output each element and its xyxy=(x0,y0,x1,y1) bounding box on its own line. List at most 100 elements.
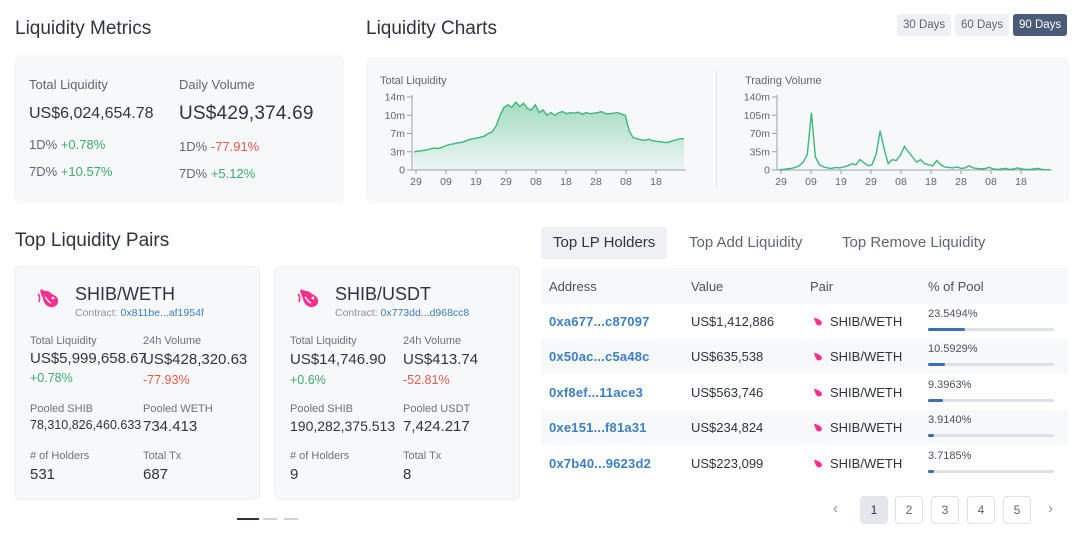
holder-value: US$234,824 xyxy=(691,420,764,435)
pool-share-bar-fill xyxy=(928,470,934,473)
prev-page-chevron-icon[interactable]: ‹ xyxy=(833,500,838,517)
carousel-dot-1[interactable] xyxy=(237,518,259,520)
x-tick-label: 19 xyxy=(835,176,847,188)
x-tick-label: 08 xyxy=(620,176,632,188)
holder-pair[interactable]: SHIB/WETH xyxy=(811,385,902,400)
contract-address-link[interactable]: 0x811be...af1954f xyxy=(121,307,204,319)
holder-pair[interactable]: SHIB/WETH xyxy=(811,456,902,471)
total-liquidity-7d: 7D% +10.57% xyxy=(29,164,154,179)
daily-volume-7d: 7D% +5.12% xyxy=(179,166,314,181)
table-row: 0x7b40...9623d2 US$223,099 SHIB/WETH 3.7… xyxy=(541,446,1068,481)
holder-pair[interactable]: SHIB/WETH xyxy=(811,314,902,329)
total-tx-label: Total Tx xyxy=(403,450,442,462)
total-tx-value: 687 xyxy=(143,466,169,483)
series-line xyxy=(778,112,1050,171)
y-tick-label: 0 xyxy=(399,165,405,177)
pooled-b-value: 7,424.217 xyxy=(403,418,470,435)
tab-top-remove-liquidity[interactable]: Top Remove Liquidity xyxy=(830,227,997,259)
pair-card-shib-weth[interactable]: SHIB/WETH Contract: 0x811be...af1954f To… xyxy=(14,266,260,500)
uniswap-logo-icon xyxy=(814,352,822,361)
page-button-1[interactable]: 1 xyxy=(860,496,888,524)
pool-share-bar xyxy=(928,399,1054,402)
holder-pair[interactable]: SHIB/WETH xyxy=(811,420,902,435)
liquidity-chart[interactable]: 0 3m 7m 10m 14m 29 09 19 29 08 18 28 08 18 xyxy=(366,57,716,203)
metrics-card: Total Liquidity US$6,024,654.78 1D% +0.7… xyxy=(14,55,344,203)
change-7d: +10.57% xyxy=(60,164,113,179)
holder-address-link[interactable]: 0xf8ef...11ace3 xyxy=(549,385,643,400)
pooled-b-label: Pooled USDT xyxy=(403,403,471,415)
x-tick-label: 08 xyxy=(985,176,997,188)
total-liquidity-value: US$5,999,658.67 xyxy=(30,350,147,367)
volume-chart[interactable]: 0 35m 70m 105m 140m 29 09 19 29 08 18 28 08 18 xyxy=(718,57,1068,203)
uniswap-logo-icon xyxy=(814,388,822,397)
x-tick-label: 18 xyxy=(650,176,662,188)
range-90-days-button[interactable]: 90 Days xyxy=(1013,14,1068,36)
label-1d: 1D% xyxy=(29,137,58,152)
holder-address-link[interactable]: 0xe151...f81a31 xyxy=(549,420,647,435)
uniswap-logo-icon xyxy=(297,289,319,308)
page-button-2[interactable]: 2 xyxy=(895,496,923,524)
y-tick-label: 105m xyxy=(744,110,771,122)
holder-address-link[interactable]: 0xa677...c87097 xyxy=(549,314,650,329)
column-header-address: Address xyxy=(549,279,597,294)
pool-share-bar-fill xyxy=(928,328,966,331)
table-row: 0xa677...c87097 US$1,412,886 SHIB/WETH 2… xyxy=(541,304,1068,339)
holder-pair-label: SHIB/WETH xyxy=(830,314,903,329)
y-tick-label: 0 xyxy=(764,165,770,177)
x-tick-label: 09 xyxy=(440,176,452,188)
total-liquidity-metric: Total Liquidity US$6,024,654.78 1D% +0.7… xyxy=(29,77,154,179)
x-tick-label: 18 xyxy=(925,176,937,188)
holder-pair-label: SHIB/WETH xyxy=(830,385,903,400)
tab-top-add-liquidity[interactable]: Top Add Liquidity xyxy=(677,227,814,259)
pair-name: SHIB/USDT xyxy=(335,284,432,304)
x-tick-label: 19 xyxy=(470,176,482,188)
next-page-chevron-icon[interactable]: › xyxy=(1048,500,1053,517)
column-header-value: Value xyxy=(691,279,724,294)
volume-value: US$413.74 xyxy=(403,351,479,368)
x-tick-label: 29 xyxy=(775,176,787,188)
pooled-b-value: 734.413 xyxy=(143,418,198,435)
total-liquidity-label: Total Liquidity xyxy=(290,335,357,347)
holder-pair-label: SHIB/WETH xyxy=(830,420,903,435)
page-button-5[interactable]: 5 xyxy=(1003,496,1031,524)
holders-value: 531 xyxy=(30,466,56,483)
daily-volume-value: US$429,374.69 xyxy=(179,103,314,124)
holder-address-link[interactable]: 0x50ac...c5a48c xyxy=(549,349,650,364)
x-tick-label: 18 xyxy=(1015,176,1027,188)
pool-share-bar xyxy=(928,363,1054,366)
daily-volume-metric: Daily Volume US$429,374.69 1D% -77.91% 7… xyxy=(179,77,314,181)
range-60-days-button[interactable]: 60 Days xyxy=(955,14,1010,36)
range-30-days-button[interactable]: 30 Days xyxy=(897,14,952,36)
pair-card-shib-usdt[interactable]: SHIB/USDT Contract: 0x773dd...d968cc8 To… xyxy=(274,266,520,500)
charts-card: Total Liquidity Trading Volume 0 3m 7m 10m 1… xyxy=(366,57,1069,203)
y-tick-label: 10m xyxy=(385,110,406,122)
holder-address-link[interactable]: 0x7b40...9623d2 xyxy=(549,456,651,471)
carousel-dot-2[interactable] xyxy=(263,518,277,520)
page-button-4[interactable]: 4 xyxy=(967,496,995,524)
tab-top-lp-holders[interactable]: Top LP Holders xyxy=(541,227,668,259)
holders-value: 9 xyxy=(290,466,299,483)
carousel-dot-3[interactable] xyxy=(284,518,298,520)
x-tick-label: 08 xyxy=(530,176,542,188)
x-tick-label: 18 xyxy=(560,176,572,188)
x-tick-label: 28 xyxy=(590,176,602,188)
holder-pair-label: SHIB/WETH xyxy=(830,349,903,364)
pooled-b-label: Pooled WETH xyxy=(143,403,213,415)
total-tx-value: 8 xyxy=(403,466,412,483)
column-header-pool-share: % of Pool xyxy=(928,279,984,294)
pooled-a-value: 78,310,826,460.633 xyxy=(30,418,142,432)
uniswap-logo-icon xyxy=(37,289,59,308)
holder-pair[interactable]: SHIB/WETH xyxy=(811,349,902,364)
column-header-pair: Pair xyxy=(810,279,834,294)
pool-share-bar-fill xyxy=(928,434,935,437)
area-fill xyxy=(414,102,684,170)
total-liquidity-label: Total Liquidity xyxy=(29,77,108,92)
x-tick-label: 28 xyxy=(955,176,967,188)
total-liquidity-value: US$6,024,654.78 xyxy=(29,105,154,122)
x-tick-label: 08 xyxy=(895,176,907,188)
holder-pool-percent: 3.7185% xyxy=(928,450,972,462)
page-button-3[interactable]: 3 xyxy=(931,496,959,524)
change-7d: +5.12% xyxy=(210,166,256,181)
pairs-title: Top Liquidity Pairs xyxy=(15,230,170,251)
contract-address-link[interactable]: 0x773dd...d968cc8 xyxy=(381,307,470,319)
